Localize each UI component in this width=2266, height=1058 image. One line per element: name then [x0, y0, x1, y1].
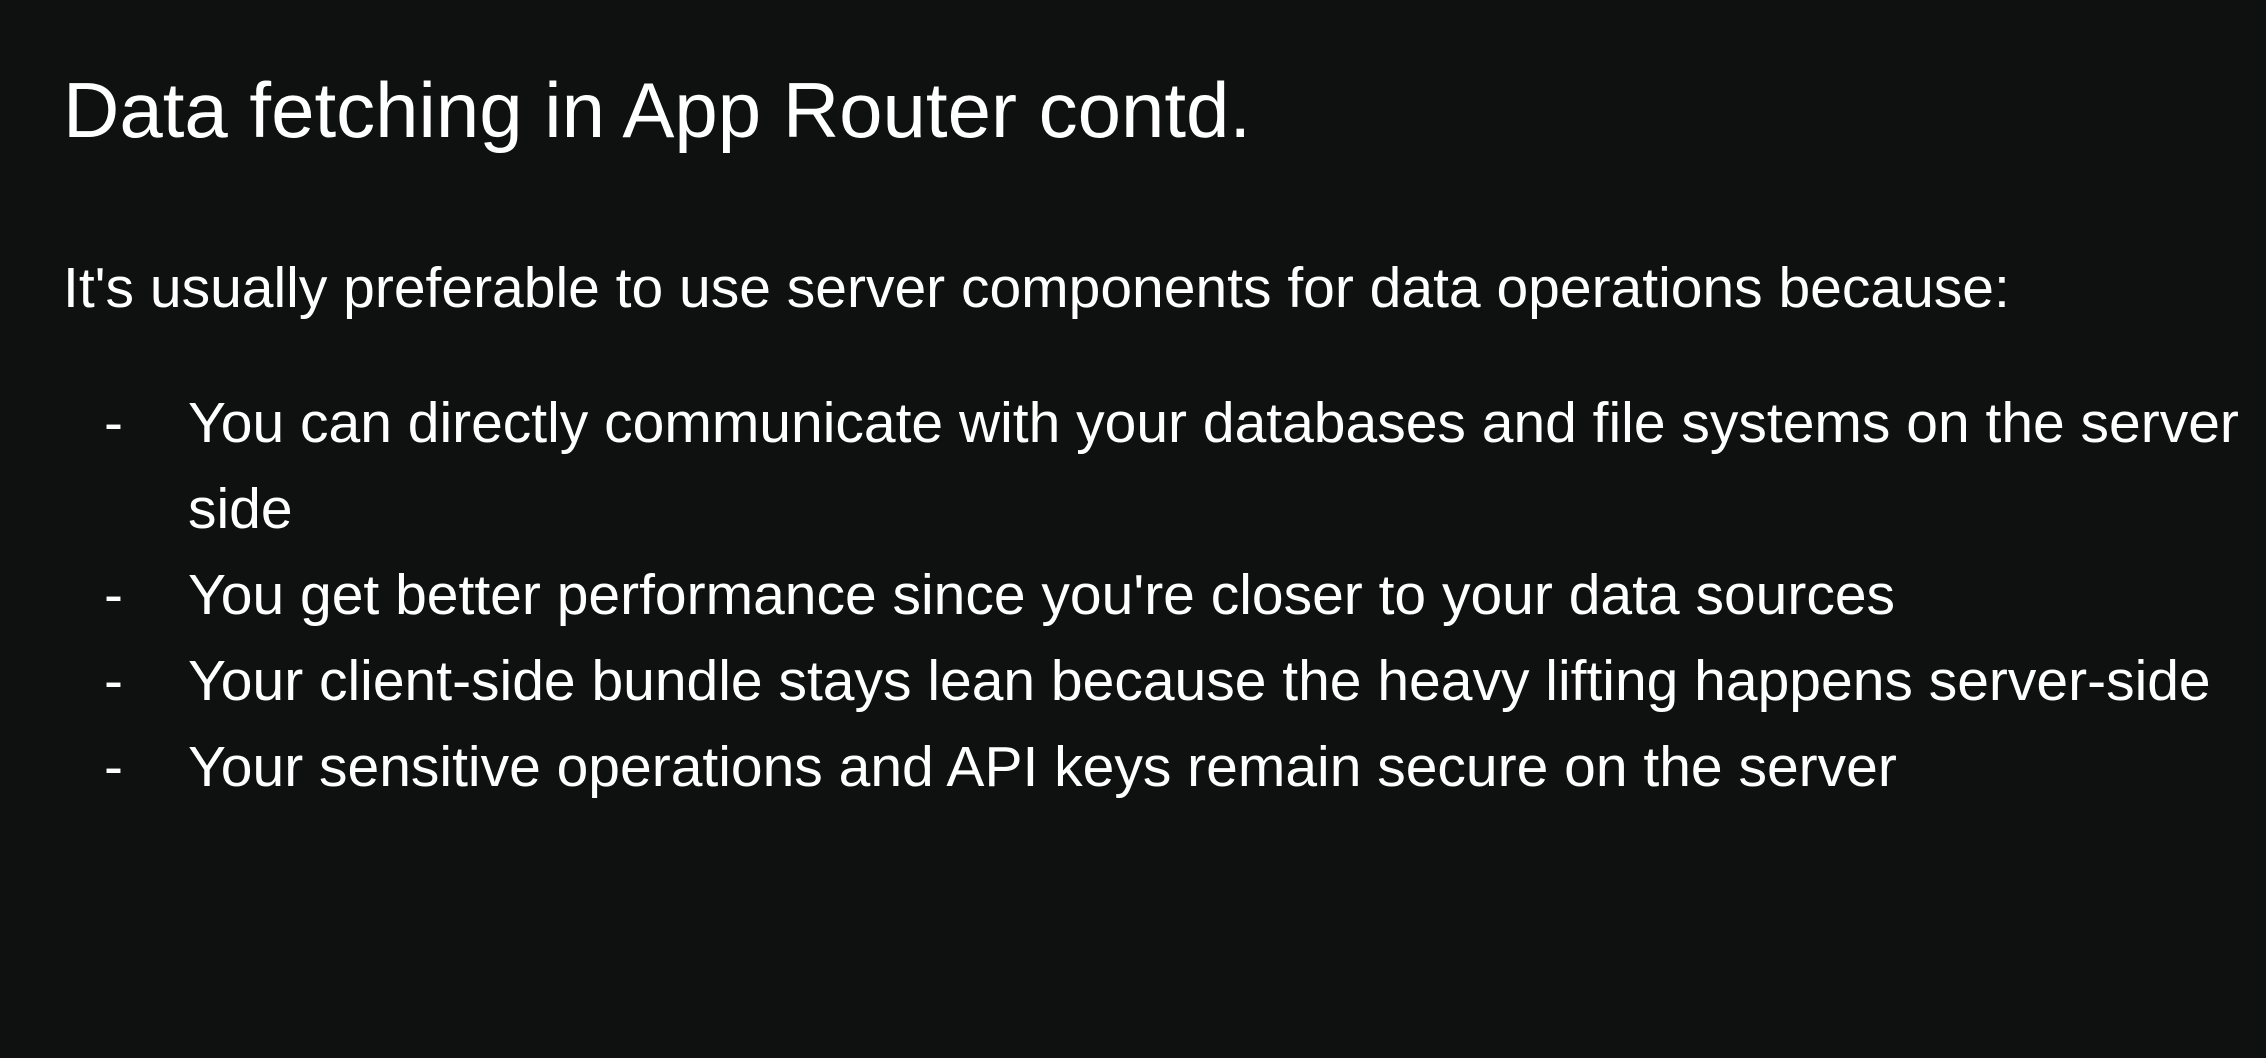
bullet-marker-1: - [104, 391, 123, 455]
slide: Data fetching in App Router contd. It's … [0, 0, 2266, 1058]
bullet-marker-4: - [104, 735, 123, 799]
bullet-text-1: You can directly communicate with your d… [188, 391, 2239, 541]
bullet-text-4: Your sensitive operations and API keys r… [188, 735, 1897, 799]
bullet-marker-2: - [104, 563, 123, 627]
bullet-item-1: - You can directly communicate with your… [0, 380, 2266, 552]
bullet-list: - You can directly communicate with your… [0, 380, 2266, 810]
bullet-text-3: Your client-side bundle stays lean becau… [188, 649, 2211, 713]
bullet-item-4: - Your sensitive operations and API keys… [0, 724, 2266, 810]
bullet-text-2: You get better performance since you're … [188, 563, 1896, 627]
intro-text: It's usually preferable to use server co… [63, 256, 2010, 320]
slide-title: Data fetching in App Router contd. [63, 66, 1252, 154]
bullet-marker-3: - [104, 649, 123, 713]
bullet-item-3: - Your client-side bundle stays lean bec… [0, 638, 2266, 724]
bullet-item-2: - You get better performance since you'r… [0, 552, 2266, 638]
